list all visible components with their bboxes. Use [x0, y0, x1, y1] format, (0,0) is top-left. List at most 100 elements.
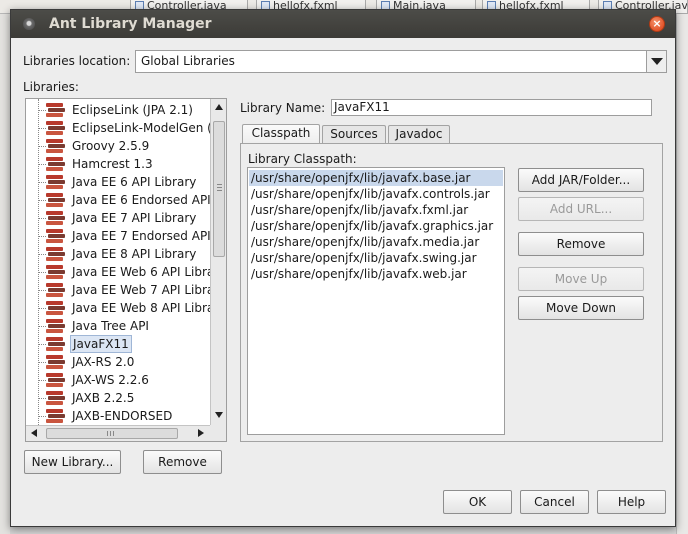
- add-jar-folder-button[interactable]: Add JAR/Folder...: [518, 168, 644, 192]
- library-books-icon: [46, 319, 65, 333]
- add-url-button[interactable]: Add URL...: [518, 197, 644, 221]
- classpath-item[interactable]: /usr/share/openjfx/lib/javafx.media.jar: [249, 234, 503, 250]
- add-url-label: Add URL...: [549, 202, 613, 216]
- library-books-icon: [46, 337, 65, 351]
- list-item-label: Hamcrest 1.3: [72, 157, 153, 171]
- list-item-label: Java EE Web 6 API Library: [72, 265, 210, 279]
- library-books-icon: [46, 301, 65, 315]
- tree-connector: [38, 128, 46, 129]
- list-item-label: EclipseLink (JPA 2.1): [72, 103, 193, 117]
- tree-connector: [38, 164, 46, 165]
- vertical-scroll-thumb[interactable]: [213, 121, 225, 257]
- list-item[interactable]: EclipseLink (JPA 2.1): [26, 101, 210, 119]
- chevron-down-icon: [651, 58, 663, 65]
- library-books-icon: [46, 355, 65, 369]
- library-name-label: Library Name:: [240, 101, 326, 115]
- list-item[interactable]: Java EE 6 API Library: [26, 173, 210, 191]
- list-item-label: Java EE Web 8 API Library: [72, 301, 210, 315]
- ant-library-manager-dialog: Ant Library Manager × Libraries location…: [10, 9, 676, 527]
- ok-button[interactable]: OK: [443, 490, 512, 514]
- list-item[interactable]: Hamcrest 1.3: [26, 155, 210, 173]
- list-item-label: Java EE 7 Endorsed API Li: [72, 229, 210, 243]
- library-books-icon: [46, 121, 65, 135]
- help-button[interactable]: Help: [597, 490, 666, 514]
- list-item[interactable]: Java EE Web 8 API Library: [26, 299, 210, 317]
- libraries-location-value: Global Libraries: [141, 54, 235, 68]
- classpath-item[interactable]: /usr/share/openjfx/lib/javafx.web.jar: [249, 266, 503, 282]
- list-item[interactable]: Java EE 8 API Library: [26, 245, 210, 263]
- list-item[interactable]: Java EE 6 Endorsed API Li: [26, 191, 210, 209]
- list-item[interactable]: JAXB 2.2.5: [26, 389, 210, 407]
- list-item-label: Java Tree API: [72, 319, 149, 333]
- libraries-list[interactable]: EclipseLink (JPA 2.1) EclipseLink-ModelGe…: [25, 98, 227, 442]
- list-item[interactable]: Java EE Web 6 API Library: [26, 263, 210, 281]
- list-item[interactable]: Groovy 2.5.9: [26, 137, 210, 155]
- list-item[interactable]: JAX-WS 2.2.6: [26, 371, 210, 389]
- libraries-location-label: Libraries location:: [23, 54, 131, 68]
- library-books-icon: [46, 211, 65, 225]
- libraries-vertical-scrollbar[interactable]: [210, 99, 226, 425]
- scroll-right-arrow-icon[interactable]: [198, 429, 204, 437]
- tree-connector: [38, 380, 46, 381]
- list-item-label: Java EE 6 Endorsed API Li: [72, 193, 210, 207]
- close-button[interactable]: ×: [649, 16, 665, 32]
- libraries-location-combo[interactable]: Global Libraries: [135, 50, 667, 73]
- list-item-label: Java EE 7 API Library: [72, 211, 197, 225]
- libraries-label: Libraries:: [23, 80, 79, 94]
- tab-javadoc[interactable]: Javadoc: [388, 125, 450, 144]
- remove-classpath-label: Remove: [556, 237, 606, 251]
- tree-connector: [38, 326, 46, 327]
- cancel-button[interactable]: Cancel: [520, 490, 589, 514]
- library-books-icon: [46, 103, 65, 117]
- remove-classpath-button[interactable]: Remove: [518, 232, 644, 256]
- list-item-label: EclipseLink-ModelGen (JPA: [72, 121, 210, 135]
- scroll-up-arrow-icon[interactable]: [215, 104, 223, 110]
- list-item[interactable]: EclipseLink-ModelGen (JPA: [26, 119, 210, 137]
- window-menu-icon[interactable]: [23, 18, 35, 30]
- help-label: Help: [617, 495, 646, 509]
- list-item[interactable]: Java Tree API: [26, 317, 210, 335]
- classpath-item[interactable]: /usr/share/openjfx/lib/javafx.swing.jar: [249, 250, 503, 266]
- list-item-label: Groovy 2.5.9: [72, 139, 150, 153]
- library-books-icon: [46, 373, 65, 387]
- classpath-item[interactable]: /usr/share/openjfx/lib/javafx.controls.j…: [249, 186, 503, 202]
- move-down-button[interactable]: Move Down: [518, 296, 644, 320]
- tree-connector: [38, 236, 46, 237]
- cancel-label: Cancel: [534, 495, 575, 509]
- library-books-icon: [46, 409, 65, 423]
- tree-connector: [38, 200, 46, 201]
- tree-connector: [38, 182, 46, 183]
- classpath-list[interactable]: /usr/share/openjfx/lib/javafx.base.jar/u…: [247, 167, 505, 435]
- list-item-label: Java EE 6 API Library: [72, 175, 197, 189]
- add-jar-folder-label: Add JAR/Folder...: [531, 173, 631, 187]
- list-item[interactable]: Java EE 7 Endorsed API Li: [26, 227, 210, 245]
- library-books-icon: [46, 229, 65, 243]
- list-item[interactable]: JAX-RS 2.0: [26, 353, 210, 371]
- remove-library-button[interactable]: Remove: [143, 450, 222, 474]
- new-library-button[interactable]: New Library...: [24, 450, 121, 474]
- classpath-item[interactable]: /usr/share/openjfx/lib/javafx.graphics.j…: [249, 218, 503, 234]
- list-item[interactable]: Java EE 7 API Library: [26, 209, 210, 227]
- libraries-horizontal-scrollbar[interactable]: [26, 425, 210, 441]
- classpath-item[interactable]: /usr/share/openjfx/lib/javafx.fxml.jar: [249, 202, 503, 218]
- background-right-panel: [676, 14, 688, 534]
- scroll-down-arrow-icon[interactable]: [215, 412, 223, 418]
- horizontal-scroll-thumb[interactable]: [46, 428, 178, 439]
- scrollbar-corner: [210, 425, 226, 441]
- list-item[interactable]: JavaFX11: [26, 335, 210, 353]
- tab-sources[interactable]: Sources: [322, 125, 386, 144]
- list-item[interactable]: JAXB-ENDORSED: [26, 407, 210, 425]
- tree-connector: [38, 362, 46, 363]
- scroll-left-arrow-icon[interactable]: [31, 429, 37, 437]
- library-name-field[interactable]: JavaFX11: [331, 99, 652, 116]
- library-books-icon: [46, 193, 65, 207]
- tab-classpath[interactable]: Classpath: [242, 124, 320, 145]
- title-bar: Ant Library Manager ×: [11, 10, 675, 38]
- move-up-button[interactable]: Move Up: [518, 267, 644, 291]
- tree-connector: [38, 110, 46, 111]
- dropdown-arrow[interactable]: [646, 51, 666, 72]
- tree-connector: [38, 416, 46, 417]
- tree-connector: [38, 290, 46, 291]
- list-item[interactable]: Java EE Web 7 API Library: [26, 281, 210, 299]
- classpath-item[interactable]: /usr/share/openjfx/lib/javafx.base.jar: [249, 170, 503, 186]
